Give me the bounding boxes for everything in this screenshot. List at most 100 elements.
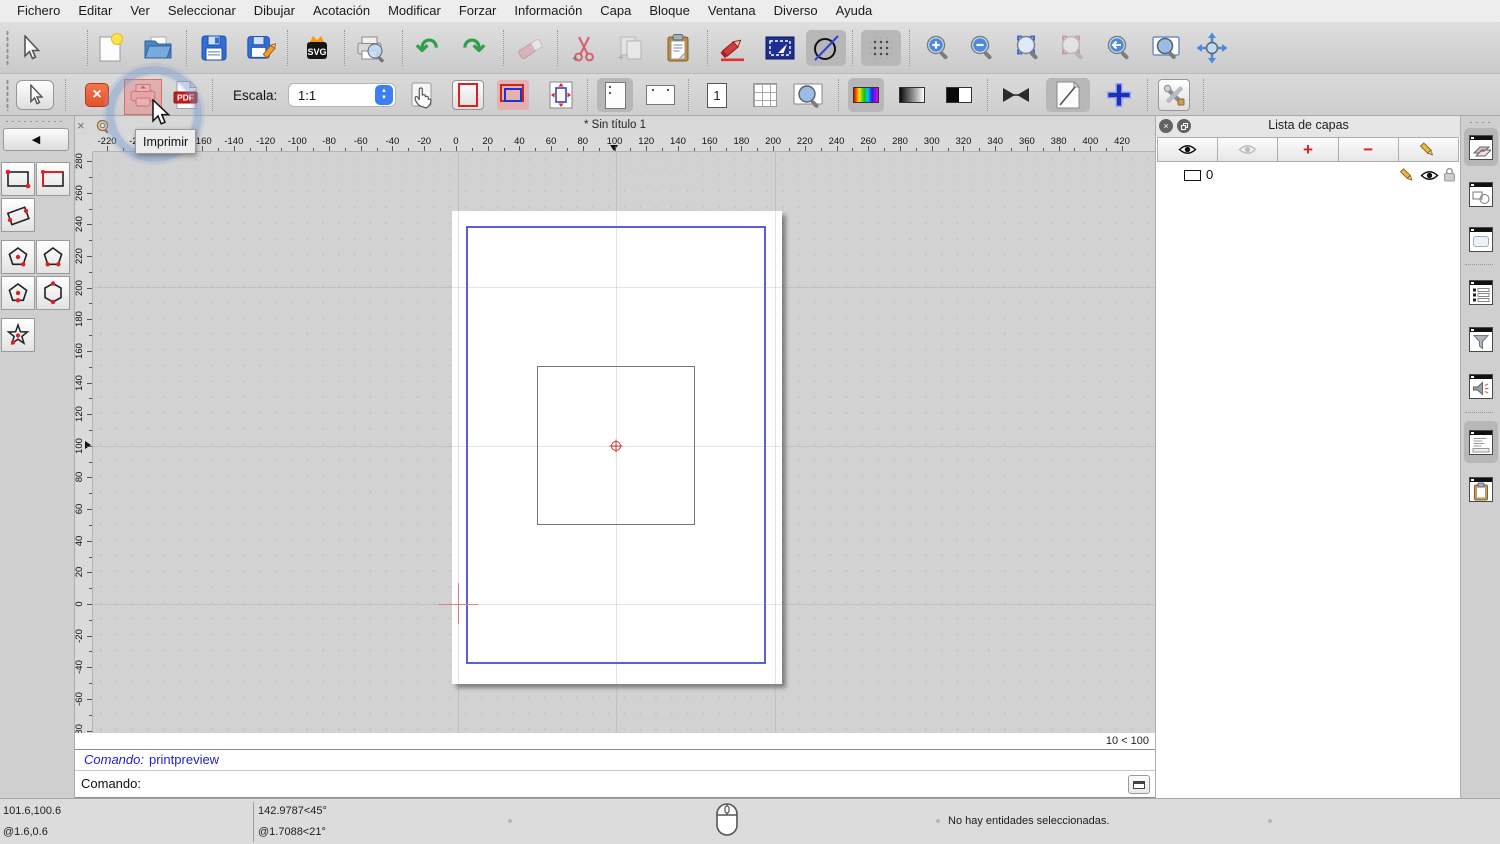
layer-row[interactable]: 0 (1156, 165, 1461, 186)
print-preview-button[interactable] (352, 30, 388, 66)
crosshair-button[interactable] (1104, 78, 1134, 112)
page-overlay-button[interactable] (497, 80, 529, 110)
redo-button[interactable]: ↷ (456, 30, 492, 66)
redo-icon: ↷ (462, 32, 486, 63)
zoom-window-button[interactable] (1148, 30, 1184, 66)
layer-list-dock-button[interactable] (1464, 128, 1498, 166)
undo-button[interactable]: ↶ (409, 30, 445, 66)
save-button[interactable] (196, 30, 232, 66)
paste-clipboard-icon (667, 34, 689, 62)
menu-seleccionar[interactable]: Seleccionar (159, 0, 245, 22)
tool-star[interactable] (1, 318, 35, 352)
save-as-button[interactable] (244, 30, 280, 66)
menu-forzar[interactable]: Forzar (450, 0, 506, 22)
fit-to-page-button[interactable] (547, 78, 575, 112)
entity-filter-dock-button[interactable] (1464, 273, 1498, 311)
menu-ver[interactable]: Ver (121, 0, 159, 22)
cut-button[interactable]: + (566, 30, 602, 66)
command-input[interactable]: Comando: (75, 771, 1155, 798)
clipboard-dock-button[interactable] (1464, 470, 1498, 508)
selection-pointer-button[interactable] (12, 30, 48, 66)
selection-filter-dock-button[interactable] (1464, 320, 1498, 358)
menu-editar[interactable]: Editar (69, 0, 121, 22)
layer-visibility-eye-icon[interactable] (1420, 169, 1439, 182)
layer-color-swatch[interactable] (1184, 170, 1201, 181)
zoom-out-button[interactable] (964, 30, 1000, 66)
layer-edit-pencil-icon[interactable] (1399, 167, 1416, 184)
zoom-previous-icon (1061, 35, 1083, 60)
command-dock-button[interactable] (1128, 775, 1150, 794)
notification-dock-button[interactable] (1464, 367, 1498, 405)
grayscale-mode-button[interactable] (896, 78, 928, 112)
drawing-canvas[interactable] (93, 152, 1155, 733)
tool-polygon-center-corner[interactable] (1, 240, 35, 274)
menu-bloque[interactable]: Bloque (640, 0, 698, 22)
svg-text:+: + (618, 53, 624, 62)
pan-page-button[interactable] (406, 78, 440, 112)
page-one-icon: 1 (707, 82, 727, 108)
hide-all-layers-button[interactable] (1218, 137, 1279, 162)
circle-line-snap-button[interactable] (806, 30, 846, 66)
menu-ventana[interactable]: Ventana (699, 0, 765, 22)
zoom-in-button[interactable] (920, 30, 956, 66)
dock-handle[interactable] (1468, 121, 1494, 124)
toolbox-back-button[interactable]: ◀ (3, 128, 69, 151)
tool-rectangle-3-points[interactable] (1, 198, 35, 232)
copy-button[interactable]: + (613, 30, 649, 66)
pointer-mode-button[interactable] (16, 80, 54, 110)
tool-polygon-side-side[interactable] (36, 276, 70, 310)
library-browser-dock-button[interactable] (1464, 220, 1498, 258)
v-ruler-label: 40 (75, 535, 85, 547)
menu-capa[interactable]: Capa (591, 0, 640, 22)
add-layer-button[interactable]: + (1278, 137, 1339, 162)
menu-fichero[interactable]: Fichero (8, 0, 69, 22)
menu-modificar[interactable]: Modificar (379, 0, 450, 22)
tool-polygon-2-vertices[interactable] (36, 240, 70, 274)
export-svg-button[interactable]: SVG (299, 30, 335, 66)
toolbox-handle[interactable] (4, 120, 66, 123)
select-window-button[interactable] (762, 30, 798, 66)
grid-status: 10 < 100 (75, 733, 1155, 749)
portrait-button[interactable] (597, 78, 633, 112)
snap-grid-button[interactable] (861, 30, 901, 66)
delete-button[interactable] (513, 30, 549, 66)
menu-dibujar[interactable]: Dibujar (245, 0, 304, 22)
single-page-button[interactable]: 1 (704, 78, 730, 112)
show-all-layers-button[interactable] (1157, 137, 1219, 162)
color-mode-button[interactable] (848, 78, 884, 112)
scale-combo[interactable]: 1:1 ▲ ▼ (288, 83, 396, 107)
circle-center-mark[interactable] (609, 439, 623, 453)
menu-ayuda[interactable]: Ayuda (827, 0, 882, 22)
layer-lock-icon[interactable] (1443, 167, 1456, 182)
tool-rectangle-corner-size[interactable] (36, 162, 70, 196)
stepper-icon[interactable]: ▲ ▼ (375, 85, 393, 105)
settings-button[interactable] (1158, 79, 1190, 111)
menu-acotacion[interactable]: Acotación (304, 0, 379, 22)
new-document-button[interactable] (92, 30, 128, 66)
line-properties-button[interactable] (1046, 78, 1090, 112)
open-file-button[interactable] (140, 30, 176, 66)
tool-rectangle-2-corners[interactable] (1, 162, 35, 196)
toolbar-handle[interactable] (6, 79, 9, 111)
toolbar-handle[interactable] (6, 30, 9, 66)
menu-diverso[interactable]: Diverso (765, 0, 827, 22)
tool-polygon-center-side[interactable] (1, 276, 35, 310)
blackwhite-mode-button[interactable] (943, 78, 975, 112)
draw-freehand-button[interactable] (715, 30, 751, 66)
multi-page-grid-button[interactable] (751, 78, 779, 112)
paste-button[interactable] (660, 30, 696, 66)
fit-page-icon (549, 81, 573, 109)
menu-informacion[interactable]: Información (505, 0, 591, 22)
line-width-button[interactable] (1001, 78, 1031, 112)
zoom-page-button[interactable] (790, 78, 826, 112)
command-line-dock-button[interactable] (1464, 421, 1498, 463)
remove-layer-button[interactable]: − (1338, 137, 1399, 162)
zoom-pan-button[interactable] (1194, 30, 1230, 66)
page-border-button[interactable] (452, 80, 484, 110)
block-list-dock-button[interactable] (1464, 175, 1498, 213)
zoom-back-button[interactable] (1101, 30, 1137, 66)
edit-layer-button[interactable] (1398, 137, 1460, 162)
landscape-button[interactable] (643, 78, 677, 112)
zoom-previous-button[interactable] (1055, 30, 1091, 66)
zoom-auto-button[interactable] (1010, 30, 1046, 66)
